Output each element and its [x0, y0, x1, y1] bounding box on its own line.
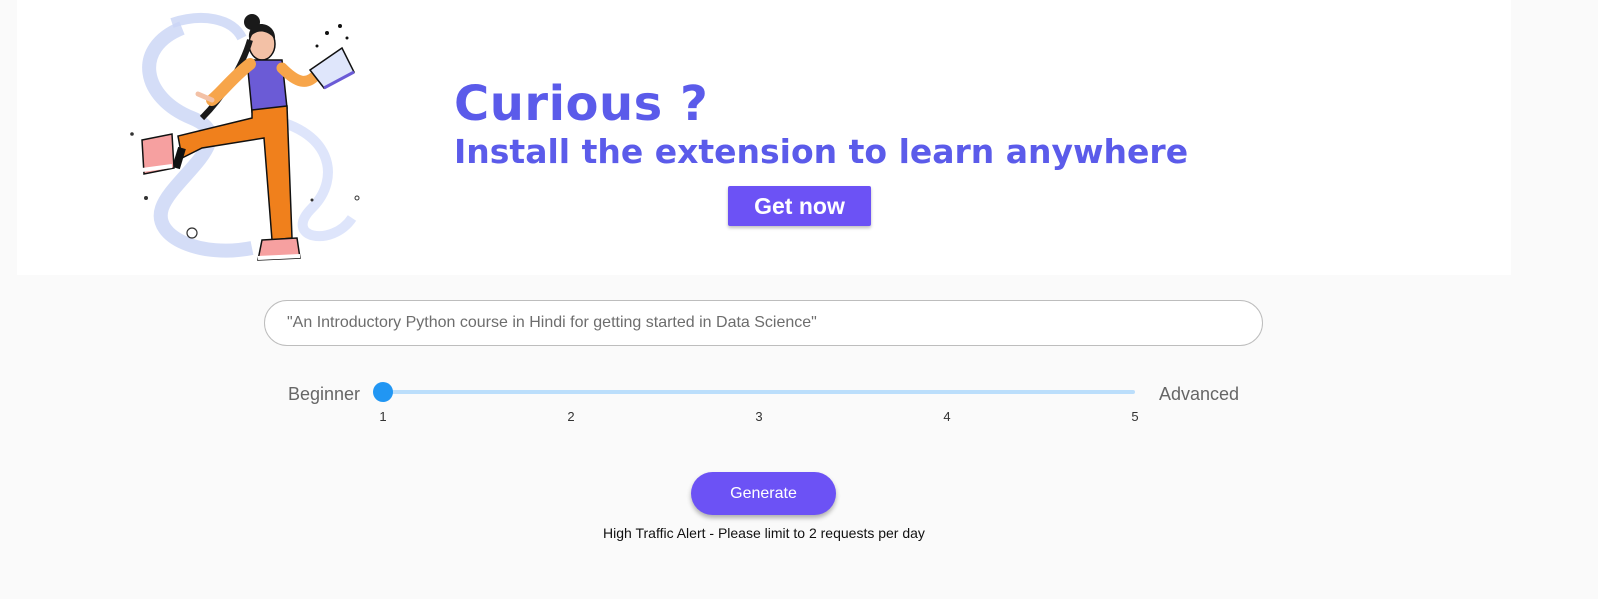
slider-tick-label: 1	[379, 409, 387, 424]
slider-tick-label: 5	[1131, 409, 1139, 424]
banner-headline: Curious ?	[454, 76, 709, 132]
course-topic-search[interactable]	[264, 300, 1263, 346]
slider-tick-label: 4	[943, 409, 951, 424]
slider-tick-label: 2	[567, 409, 575, 424]
slider-min-label: Beginner	[288, 384, 361, 404]
traffic-alert-notice: High Traffic Alert - Please limit to 2 r…	[603, 525, 925, 541]
get-now-button[interactable]: Get now	[728, 186, 871, 226]
slider-max-label: Advanced	[1159, 384, 1240, 404]
course-topic-input[interactable]	[285, 313, 1242, 333]
level-slider-track[interactable]	[373, 382, 1135, 402]
level-slider-thumb[interactable]	[373, 382, 393, 402]
slider-tick-label: 3	[755, 409, 763, 424]
student-reading-illustration	[130, 13, 360, 261]
banner-subheadline: Install the extension to learn anywhere	[454, 132, 1189, 171]
generate-button[interactable]: Generate	[691, 472, 836, 515]
promo-banner: Curious ? Install the extension to learn…	[17, 0, 1511, 275]
